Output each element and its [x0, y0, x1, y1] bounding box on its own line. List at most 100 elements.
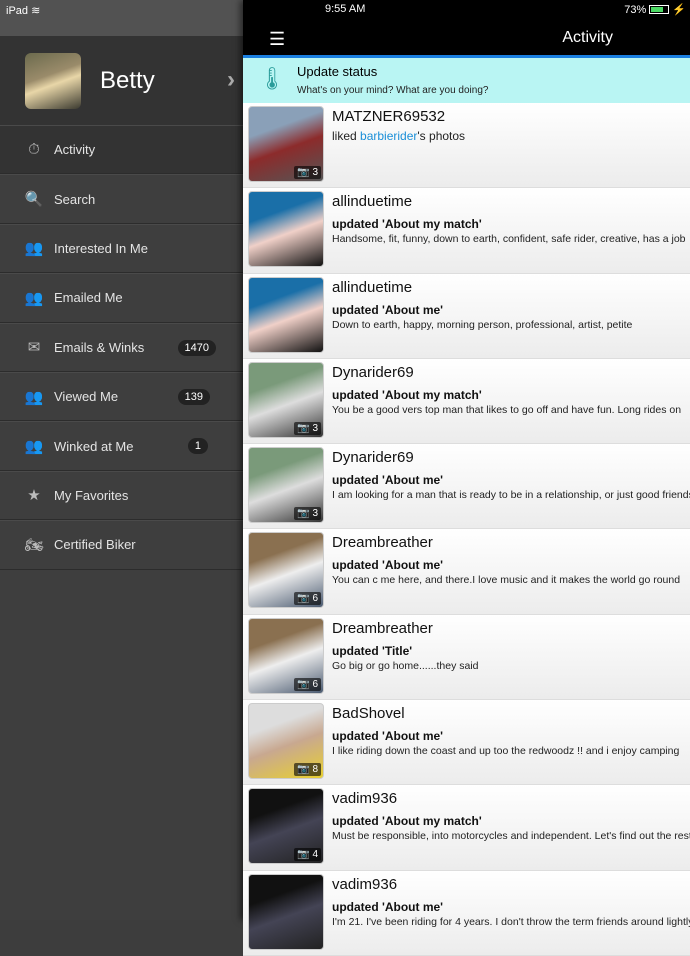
sidebar-item-search[interactable]: 🔍 Search — [0, 174, 243, 224]
user-thumbnail[interactable]: 📷 8 — [248, 703, 324, 780]
activity-feed: 📷 3 MATZNER69532 liked barbierider's photo… — [243, 103, 690, 956]
activity-text: liked barbierider's photos — [332, 129, 466, 143]
activity-panel: 9:55 AM 73% ⚡ ☰ Activity 🌡 Update status … — [243, 0, 690, 956]
user-thumbnail[interactable]: 📷 4 — [248, 788, 324, 865]
photo-count: 📷 6 — [294, 677, 321, 691]
photo-count: 📷 3 — [294, 166, 321, 179]
user-thumbnail[interactable]: 📷 6 — [248, 617, 324, 694]
envelope-icon: ✉ — [27, 339, 41, 357]
sidebar-item-label: Interested In Me — [54, 240, 148, 256]
people-mail-icon: 👥 — [24, 289, 44, 307]
device-label: iPad — [6, 5, 29, 17]
page-title: Activity — [562, 29, 613, 46]
update-status-subtitle: What's on your mind? What are you doing? — [297, 85, 489, 96]
sidebar: iPad ≋ Betty › ⏱ Activity 🔍 Search 👥 Interest… — [0, 0, 243, 920]
battery-indicator: 73% ⚡ — [624, 3, 686, 17]
liked-user-link[interactable]: barbierider — [360, 129, 417, 143]
star-icon: ★ — [27, 487, 41, 505]
user-thumbnail[interactable] — [248, 873, 324, 950]
activity-text: I'm 21. I've been riding for 4 years. I … — [332, 915, 690, 928]
people-wink-icon: 👥 — [24, 438, 44, 456]
sidebar-item-label: Search — [54, 191, 96, 207]
user-thumbnail[interactable] — [248, 276, 324, 353]
username[interactable]: MATZNER69532 — [332, 108, 445, 125]
battery-percent: 73% — [624, 3, 647, 16]
activity-action: updated 'About me' — [332, 558, 444, 573]
sidebar-item-interested-in-me[interactable]: 👥 Interested In Me — [0, 223, 243, 274]
feed-item[interactable]: allinduetime updated 'About my match' Hand… — [243, 188, 690, 274]
user-thumbnail[interactable]: 📷 3 — [248, 106, 324, 182]
activity-action: updated 'About my match' — [332, 217, 482, 232]
charging-icon: ⚡ — [672, 4, 686, 16]
status-bar-left: iPad ≋ — [0, 0, 243, 36]
username[interactable]: BadShovel — [332, 705, 405, 722]
activity-text: I am looking for a man that is ready to … — [332, 489, 690, 502]
sidebar-item-certified-biker[interactable]: 🏍 Certified Biker — [0, 520, 243, 570]
count-badge: 1470 — [177, 339, 216, 356]
camera-icon: 📷 — [297, 422, 310, 434]
camera-icon: 📷 — [297, 764, 310, 776]
activity-action: updated 'About me' — [332, 302, 444, 317]
username[interactable]: Dreambreather — [332, 534, 433, 551]
feed-item[interactable]: 📷 3 MATZNER69532 liked barbierider's photo… — [243, 103, 690, 189]
username[interactable]: vadim936 — [332, 790, 397, 807]
camera-icon: 📷 — [297, 593, 310, 605]
activity-text: You be a good vers top man that likes to… — [332, 403, 682, 416]
username[interactable]: Dreambreather — [332, 620, 433, 637]
motorcycle-icon: 🏍 — [24, 536, 44, 554]
sidebar-item-activity[interactable]: ⏱ Activity — [0, 125, 243, 175]
sidebar-item-emails-winks[interactable]: ✉ Emails & Winks 1470 — [0, 322, 243, 372]
feed-item[interactable]: allinduetime updated 'About me' Down to ea… — [243, 273, 690, 359]
search-icon: 🔍 — [24, 191, 44, 209]
stopwatch-icon: ⏱ — [28, 141, 40, 159]
activity-text: Go big or go home......they said — [332, 659, 479, 672]
people-eye-icon: 👥 — [24, 388, 44, 406]
profile-row[interactable]: Betty › — [0, 36, 243, 125]
sidebar-item-viewed-me[interactable]: 👥 Viewed Me 139 — [0, 371, 243, 422]
sidebar-item-label: Winked at Me — [54, 438, 134, 454]
camera-icon: 📷 — [297, 167, 310, 178]
hamburger-icon[interactable]: ☰ — [269, 29, 285, 50]
activity-action: updated 'About me' — [332, 729, 444, 744]
activity-action: updated 'Title' — [332, 643, 413, 658]
feed-item[interactable]: 📷 8 BadShovel updated 'About me' I like rid… — [243, 700, 690, 786]
username[interactable]: Dynarider69 — [332, 449, 414, 466]
user-thumbnail[interactable]: 📷 3 — [248, 361, 324, 438]
avatar — [25, 52, 81, 109]
user-thumbnail[interactable]: 📷 3 — [248, 447, 324, 524]
camera-icon: 📷 — [297, 678, 310, 690]
feed-item[interactable]: 📷 6 Dreambreather updated 'About me' You ca… — [243, 529, 690, 615]
clock: 9:55 AM — [325, 3, 366, 15]
update-status-button[interactable]: 🌡 Update status What's on your mind? Wha… — [243, 58, 690, 103]
sidebar-item-winked-at-me[interactable]: 👥 Winked at Me 1 — [0, 421, 243, 471]
update-status-title: Update status — [297, 64, 378, 79]
username[interactable]: vadim936 — [332, 876, 397, 893]
activity-text: I like riding down the coast and up too … — [332, 745, 680, 758]
sidebar-item-my-favorites[interactable]: ★ My Favorites — [0, 470, 243, 521]
photo-count: 📷 3 — [294, 507, 321, 521]
activity-text: Must be responsible, into motorcycles an… — [332, 830, 690, 843]
feed-item[interactable]: 📷 6 Dreambreather updated 'Title' Go big or… — [243, 614, 690, 701]
username[interactable]: allinduetime — [332, 193, 412, 210]
username[interactable]: allinduetime — [332, 279, 412, 296]
feed-item[interactable]: 📷 4 vadim936 updated 'About my match' Must … — [243, 785, 690, 871]
user-thumbnail[interactable] — [248, 191, 324, 268]
activity-action: updated 'About me' — [332, 899, 444, 914]
username[interactable]: Dynarider69 — [332, 364, 414, 381]
activity-text: Handsome, fit, funny, down to earth, con… — [332, 233, 686, 246]
activity-action: updated 'About my match' — [332, 387, 482, 402]
wifi-icon: ≋ — [31, 5, 41, 17]
chevron-right-icon: › — [227, 66, 235, 93]
user-thumbnail[interactable]: 📷 6 — [248, 532, 324, 609]
feed-item[interactable]: vadim936 updated 'About me' I'm 21. I've b… — [243, 870, 690, 956]
activity-text: You can c me here, and there.I love musi… — [332, 574, 681, 587]
sidebar-item-emailed-me[interactable]: 👥 Emailed Me — [0, 273, 243, 323]
camera-icon: 📷 — [297, 849, 310, 861]
feed-item[interactable]: 📷 3 Dynarider69 updated 'About my match' Yo… — [243, 358, 690, 445]
camera-icon: 📷 — [297, 508, 310, 520]
feed-item[interactable]: 📷 3 Dynarider69 updated 'About me' I am loo… — [243, 444, 690, 530]
sidebar-item-label: Emailed Me — [54, 290, 123, 306]
activity-action: updated 'About my match' — [332, 814, 482, 829]
photo-count: 📷 4 — [294, 848, 321, 862]
count-badge: 139 — [177, 388, 210, 405]
